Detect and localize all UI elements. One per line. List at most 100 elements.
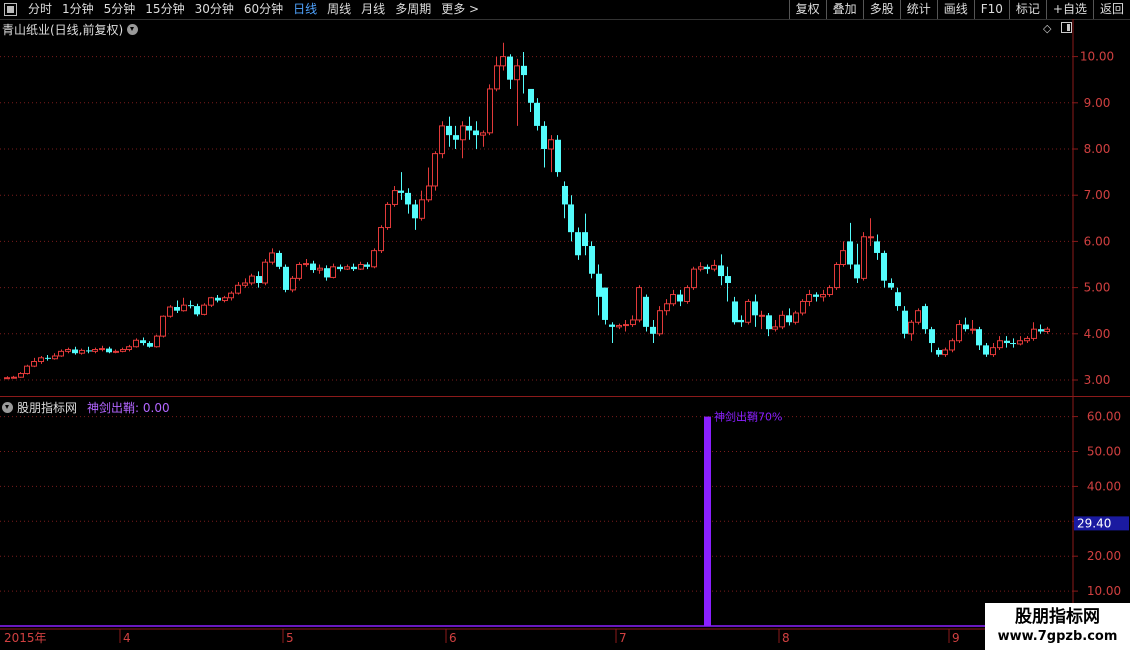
candle-body — [38, 357, 44, 363]
candle-body — [623, 324, 629, 327]
candle-body — [228, 292, 234, 299]
candle-body — [235, 284, 241, 294]
candle-body — [364, 264, 370, 267]
stock-title: 青山纸业(日线,前复权) — [2, 23, 124, 37]
candle-body — [283, 266, 289, 290]
candle-body — [242, 282, 248, 286]
candle-body — [310, 263, 316, 271]
candle-body — [691, 268, 697, 289]
candle-body — [1038, 329, 1044, 332]
diamond-icon[interactable]: ◇ — [1043, 22, 1051, 35]
candle-body — [269, 252, 275, 263]
candle-body — [194, 306, 200, 315]
candle-body — [154, 335, 160, 348]
candle-body — [725, 276, 731, 283]
x-tick-label: 7 — [619, 631, 627, 645]
candle-body — [378, 227, 384, 252]
candle-body — [847, 241, 853, 265]
chart-canvas[interactable]: 神剑出鞘70% 10.00 9.00 8.00 7.00 6.00 5.00 4.00 3.0… — [0, 0, 1130, 650]
candle-body — [99, 348, 105, 351]
candle-body — [806, 294, 812, 302]
candle-body — [596, 273, 602, 297]
y-tick-label: 20.00 — [1087, 549, 1121, 563]
candle-body — [874, 241, 880, 253]
candle-body — [936, 349, 942, 355]
candle-body — [201, 304, 207, 315]
y-tick-label: 6.00 — [1084, 234, 1111, 248]
candle-body — [358, 264, 364, 270]
dropdown-icon[interactable] — [2, 402, 13, 413]
candle-body — [793, 312, 799, 323]
y-tick-label: 4.00 — [1084, 327, 1111, 341]
candle-body — [31, 361, 37, 367]
y-tick-label: 7.00 — [1084, 188, 1111, 202]
candle-body — [766, 315, 772, 330]
x-tick-label: 6 — [449, 631, 457, 645]
candle-body — [521, 65, 527, 76]
candle-body — [249, 275, 255, 284]
candle-body — [895, 292, 901, 307]
candle-body — [208, 297, 214, 306]
candle-body — [854, 264, 860, 279]
candle-body — [405, 192, 411, 205]
candle-body — [820, 294, 826, 298]
candle-body — [834, 264, 840, 289]
candle-body — [324, 268, 330, 278]
candle-body — [473, 130, 479, 136]
candle-body — [1044, 328, 1050, 332]
candle-body — [72, 349, 78, 354]
candle-body — [868, 236, 874, 239]
candle-body — [800, 300, 806, 314]
candle-body — [500, 56, 506, 67]
candle-body — [711, 264, 717, 270]
y-tick-label: 60.00 — [1087, 410, 1121, 424]
candle-body — [698, 266, 704, 270]
candle-body — [1004, 340, 1010, 344]
candle-body — [460, 125, 466, 141]
candle-body — [704, 266, 710, 270]
candle-body — [888, 282, 894, 288]
candle-body — [1024, 337, 1030, 342]
candle-body — [589, 246, 595, 274]
candle-body — [670, 294, 676, 305]
candle-body — [92, 349, 98, 352]
candle-body — [616, 324, 622, 328]
candle-body — [779, 314, 785, 328]
candle-body — [120, 349, 126, 352]
candle-body — [745, 300, 751, 323]
candle-body — [548, 139, 554, 150]
candle-body — [1031, 328, 1037, 339]
candle-body — [487, 88, 493, 134]
candle-body — [732, 301, 738, 323]
dropdown-icon[interactable] — [127, 24, 139, 35]
candle-body — [752, 301, 758, 316]
candle-body — [371, 250, 377, 268]
candle-body — [426, 185, 432, 201]
candle-body — [446, 125, 452, 136]
candle-body — [908, 321, 914, 335]
candle-body — [133, 339, 139, 348]
candle-body — [147, 343, 153, 347]
candle-body — [643, 296, 649, 327]
maximize-pane-icon[interactable] — [1061, 22, 1072, 36]
candle-body — [392, 190, 398, 205]
watermark: 股朋指标网 www.7gpzb.com — [985, 603, 1130, 650]
candle-body — [963, 324, 969, 330]
x-tick-label: 9 — [952, 631, 960, 645]
candle-body — [881, 252, 887, 281]
candle-body — [412, 204, 418, 219]
candle-body — [861, 236, 867, 279]
candle-body — [582, 232, 588, 247]
candle-body — [52, 355, 58, 360]
candle-body — [86, 350, 92, 352]
y-tick-label: 9.00 — [1084, 96, 1111, 110]
candle-body — [1017, 340, 1023, 345]
candle-body — [949, 340, 955, 351]
candle-body — [140, 340, 146, 344]
candle-body — [113, 350, 119, 353]
candle-body — [840, 250, 846, 265]
candle-body — [575, 232, 581, 256]
candle-body — [222, 297, 228, 302]
candle-body — [290, 277, 296, 291]
candle-body — [609, 324, 615, 327]
